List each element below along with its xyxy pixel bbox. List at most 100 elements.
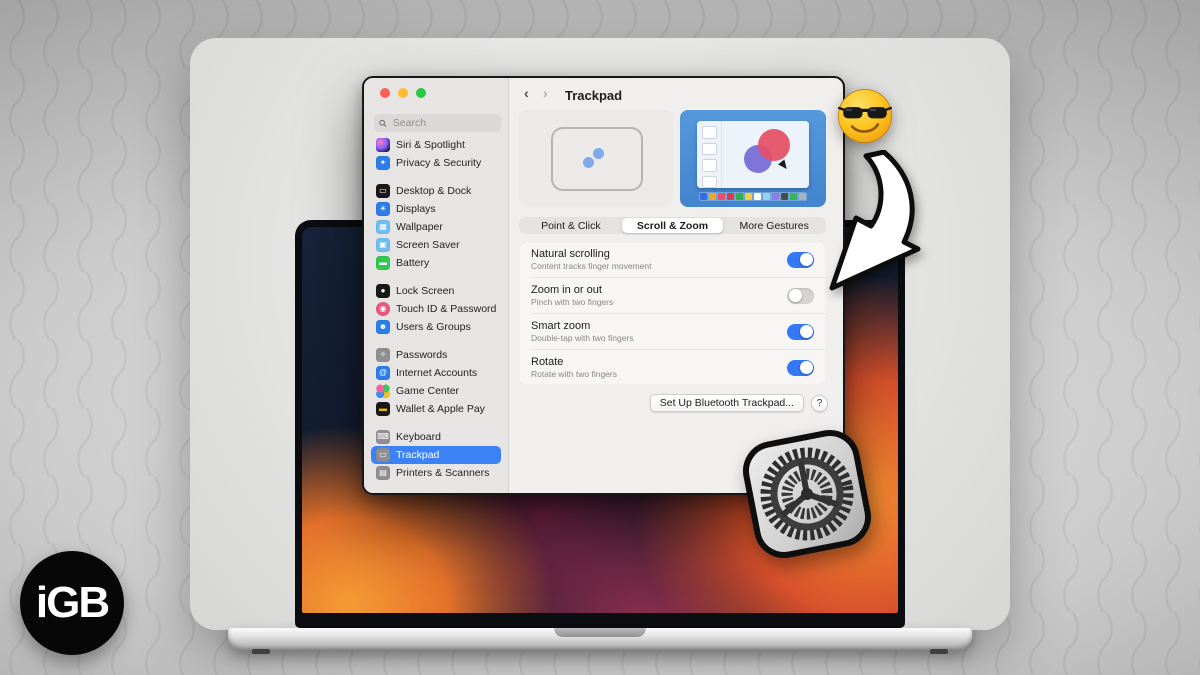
game-center-icon: [376, 384, 390, 398]
toggle-knob: [788, 289, 802, 302]
cursor-icon: [778, 159, 790, 172]
macbook-lid-notch: [554, 628, 646, 637]
window-controls: [380, 88, 426, 98]
desktop-dock-icon: ▭: [376, 184, 390, 198]
tab-point-click[interactable]: Point & Click: [520, 218, 622, 233]
smart-zoom-toggle[interactable]: [787, 323, 814, 340]
finger-dot: [593, 148, 604, 159]
natural-scrolling-toggle[interactable]: [787, 251, 814, 268]
setting-description: Pinch with two fingers: [531, 297, 614, 308]
gesture-previews: [519, 110, 826, 207]
sidebar-thumbnail: [701, 142, 717, 155]
sunglasses-emoji-icon: [838, 89, 892, 143]
sidebar-thumbnail: [701, 126, 717, 139]
palette-color: [727, 193, 734, 200]
sidebar-item-label: Touch ID & Password: [396, 303, 497, 315]
sidebar-item-desktop-dock[interactable]: ▭ Desktop & Dock: [371, 182, 501, 200]
sidebar-item-label: Wallpaper: [396, 221, 443, 233]
poster-canvas: Siri & Spotlight ✦ Privacy & Security ▭ Desk…: [0, 0, 1200, 675]
setting-label: Natural scrolling: [531, 247, 610, 260]
close-button[interactable]: [380, 88, 390, 98]
forward-chevron[interactable]: ›: [543, 86, 548, 100]
sidebar-item-siri-spotlight[interactable]: Siri & Spotlight: [371, 136, 501, 154]
sidebar-item-label: Battery: [396, 257, 430, 269]
setting-description: Content tracks finger movement: [531, 261, 652, 272]
palette-color: [754, 193, 761, 200]
preview-app-window: [697, 121, 809, 188]
users-groups-icon: ☻: [376, 320, 390, 334]
sidebar-item-label: Game Center: [396, 385, 460, 397]
sidebar-item-keyboard[interactable]: ⌨ Keyboard: [371, 428, 501, 446]
touch-id-icon: ◉: [376, 302, 390, 316]
sidebar-item-privacy-security[interactable]: ✦ Privacy & Security: [371, 154, 501, 172]
sidebar-item-battery[interactable]: ▬ Battery: [371, 254, 501, 272]
sidebar-item-label: Passwords: [396, 349, 448, 361]
page-title: Trackpad: [565, 88, 623, 103]
zoom-in-or-out-toggle[interactable]: [787, 287, 814, 304]
back-chevron[interactable]: ‹: [524, 86, 529, 100]
battery-icon: ▬: [376, 256, 390, 270]
sidebar-thumbnail: [701, 175, 717, 188]
lock-screen-icon: ●: [376, 284, 390, 298]
gesture-tabs: Point & Click Scroll & Zoom More Gestures: [519, 217, 826, 234]
sidebar-item-lock-screen[interactable]: ● Lock Screen: [371, 282, 501, 300]
trackpad-gesture-illustration: [519, 110, 673, 207]
sidebar-search: [374, 114, 501, 132]
sidebar-item-wallpaper[interactable]: ▦ Wallpaper: [371, 218, 501, 236]
sidebar-item-label: Internet Accounts: [396, 367, 478, 379]
sidebar-item-label: Printers & Scanners: [396, 467, 490, 479]
sidebar-item-game-center[interactable]: Game Center: [371, 382, 501, 400]
palette-color: [736, 193, 743, 200]
sidebar-item-printers-scanners[interactable]: ▤ Printers & Scanners: [371, 464, 501, 482]
sidebar-item-internet-accounts[interactable]: @ Internet Accounts: [371, 364, 501, 382]
sidebar-item-passwords[interactable]: ✧ Passwords: [371, 346, 501, 364]
search-icon: [379, 119, 387, 127]
sidebar-group: ▭ Desktop & Dock ☀ Displays ▦ Wallpaper ▣ Scree…: [371, 182, 501, 272]
sidebar-item-wallet-apple-pay[interactable]: ▬ Wallet & Apple Pay: [371, 400, 501, 418]
sidebar-group: Siri & Spotlight ✦ Privacy & Security: [371, 136, 501, 172]
sidebar-item-trackpad[interactable]: ▭ Trackpad: [371, 446, 501, 464]
sidebar-item-label: Trackpad: [396, 449, 440, 461]
sidebar-item-touch-id-password[interactable]: ◉ Touch ID & Password: [371, 300, 501, 318]
toggle-knob: [799, 361, 813, 374]
settings-sidebar: Siri & Spotlight ✦ Privacy & Security ▭ Desk…: [364, 78, 509, 493]
wallpaper-icon: ▦: [376, 220, 390, 234]
tab-more-gestures[interactable]: More Gestures: [723, 218, 825, 233]
color-palette-strip: [699, 192, 807, 201]
sidebar-item-label: Privacy & Security: [396, 157, 482, 169]
setting-row-natural-scrolling: Natural scrolling Content tracks finger m…: [519, 242, 826, 277]
sidebar-item-label: Screen Saver: [396, 239, 460, 251]
palette-color: [745, 193, 752, 200]
sidebar-item-label: Wallet & Apple Pay: [396, 403, 485, 415]
displays-icon: ☀: [376, 202, 390, 216]
sidebar-item-label: Displays: [396, 203, 436, 215]
sidebar-item-users-groups[interactable]: ☻ Users & Groups: [371, 318, 501, 336]
internet-accounts-icon: @: [376, 366, 390, 380]
sidebar-item-displays[interactable]: ☀ Displays: [371, 200, 501, 218]
sidebar-item-screen-saver[interactable]: ▣ Screen Saver: [371, 236, 501, 254]
tab-scroll-zoom[interactable]: Scroll & Zoom: [621, 218, 724, 233]
curved-arrow-icon: [829, 150, 921, 291]
palette-color: [700, 193, 707, 200]
keyboard-icon: ⌨: [376, 430, 390, 444]
sidebar-item-label: Users & Groups: [396, 321, 471, 333]
palette-color: [781, 193, 788, 200]
setting-description: Double-tap with two fingers: [531, 333, 634, 344]
footer-actions: Set Up Bluetooth Trackpad... ?: [519, 394, 828, 412]
zoom-button[interactable]: [416, 88, 426, 98]
search-input[interactable]: [390, 116, 496, 130]
privacy-security-icon: ✦: [376, 156, 390, 170]
sidebar-thumbnail: [701, 159, 717, 172]
macbook-foot: [252, 649, 270, 654]
trackpad-outline: [551, 127, 643, 191]
finger-dot: [583, 157, 594, 168]
rotate-toggle[interactable]: [787, 359, 814, 376]
sidebar-list: Siri & Spotlight ✦ Privacy & Security ▭ Desk…: [371, 136, 501, 482]
minimize-button[interactable]: [398, 88, 408, 98]
setting-row-smart-zoom: Smart zoom Double-tap with two fingers: [519, 314, 826, 349]
sidebar-item-label: Keyboard: [396, 431, 441, 443]
trackpad-icon: ▭: [376, 448, 390, 462]
macbook-foot: [930, 649, 948, 654]
help-button[interactable]: ?: [811, 394, 828, 412]
setup-bluetooth-trackpad-button[interactable]: Set Up Bluetooth Trackpad...: [649, 394, 804, 412]
